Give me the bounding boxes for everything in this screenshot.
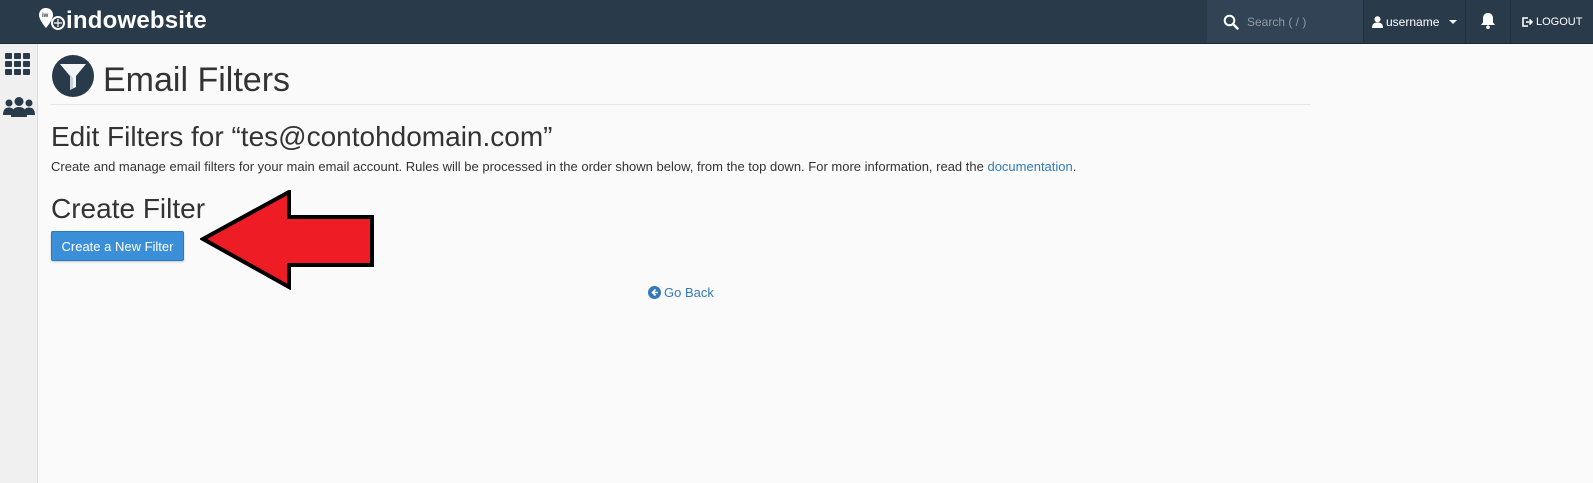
top-navbar: iw indowebsite username [0,0,1593,44]
arrow-circle-left-icon [648,286,661,299]
nav-divider [1465,0,1466,43]
brand-name: indowebsite [66,7,207,34]
user-menu[interactable]: username [1372,0,1458,43]
logo-icon: iw [38,6,66,36]
funnel-icon [51,54,95,98]
description-text: Create and manage email filters for your… [51,158,1076,176]
logout-label: LOGOUT [1536,15,1583,28]
logout-button[interactable]: LOGOUT [1521,0,1582,43]
left-sidebar [0,44,38,483]
sign-out-icon [1522,16,1533,27]
brand-logo[interactable]: iw indowebsite [38,6,207,36]
username-label: username [1386,14,1440,29]
search-icon [1223,14,1239,30]
create-new-filter-button[interactable]: Create a New Filter [51,231,184,261]
go-back-label: Go Back [664,285,714,300]
user-icon [1372,15,1383,28]
go-back-link[interactable]: Go Back [648,285,714,300]
svg-text:iw: iw [42,13,49,19]
grid-icon[interactable] [5,53,31,80]
page-title: Email Filters [103,61,291,99]
bell-icon[interactable] [1480,12,1496,30]
description-prefix: Create and manage email filters for your… [51,159,988,174]
search-box [1207,0,1363,43]
chevron-down-icon [1449,19,1458,24]
users-icon[interactable] [3,96,35,123]
page-header: Email Filters [51,54,1311,105]
nav-divider [1510,0,1511,43]
nav-divider [1363,0,1364,43]
documentation-link[interactable]: documentation [987,159,1072,174]
edit-filters-heading: Edit Filters for “tes@contohdomain.com” [51,121,553,152]
description-suffix: . [1072,159,1077,174]
annotation-arrow-icon [200,190,374,290]
create-filter-heading: Create Filter [51,193,206,224]
search-input[interactable] [1247,14,1357,29]
